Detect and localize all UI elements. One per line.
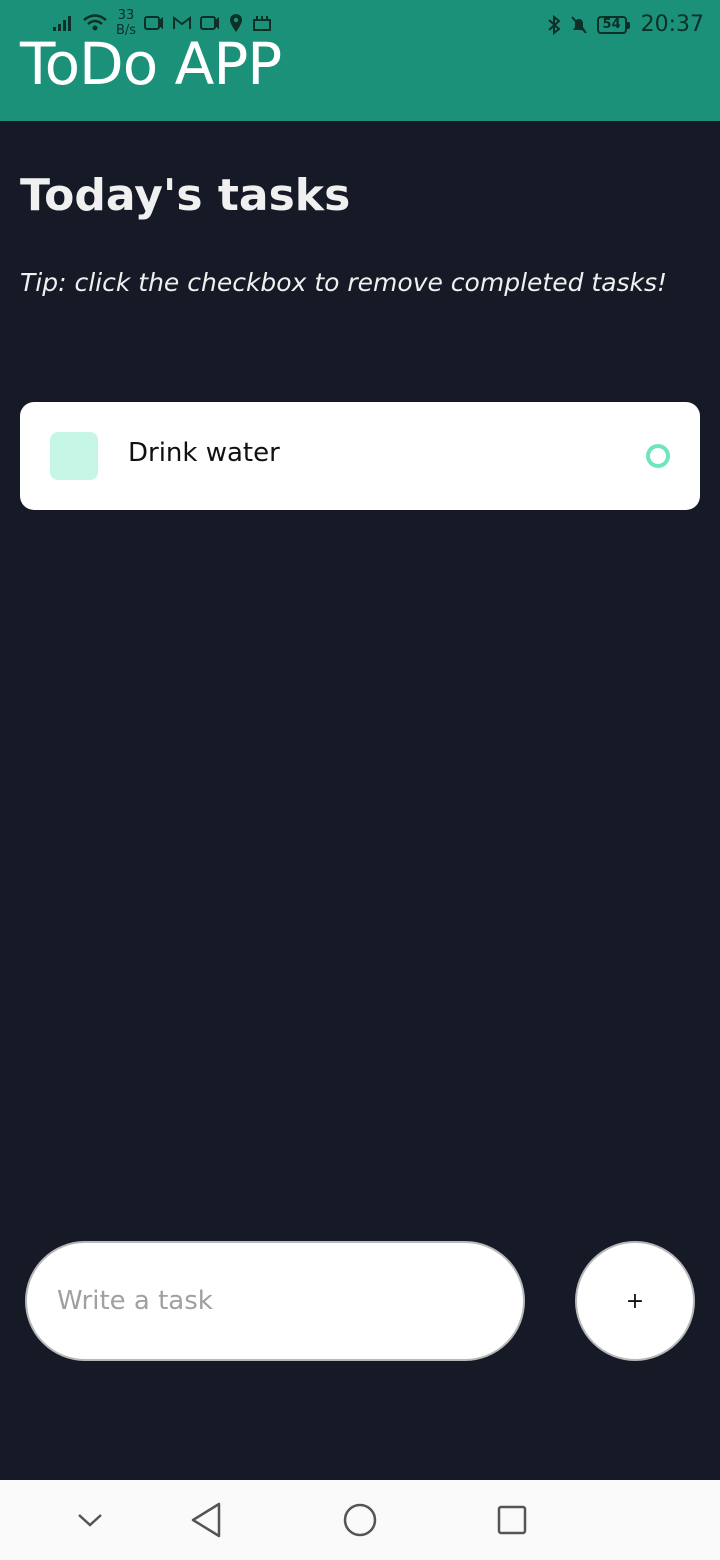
battery-icon: 54 — [596, 15, 630, 34]
add-task-button[interactable]: + — [575, 1241, 695, 1361]
task-input[interactable] — [25, 1241, 525, 1361]
status-bar-right: 54 20:37 — [547, 12, 704, 37]
tip-text: Tip: click the checkbox to remove comple… — [20, 268, 668, 297]
app-title: ToDo APP — [20, 30, 282, 98]
network-speed-value: 33 — [117, 8, 135, 23]
home-icon[interactable] — [340, 1500, 380, 1540]
task-square-icon — [50, 432, 98, 480]
page-title: Today's tasks — [20, 170, 351, 221]
mute-icon — [569, 15, 589, 35]
task-item[interactable]: Drink water — [20, 402, 700, 510]
system-nav-bar — [0, 1480, 720, 1560]
battery-level: 54 — [602, 17, 621, 32]
gmail-icon — [172, 15, 192, 31]
app-header: 33 B/s 54 20:37 ToDo APP — [0, 0, 720, 121]
task-label: Drink water — [128, 438, 280, 468]
clock: 20:37 — [640, 12, 704, 37]
back-icon[interactable] — [186, 1500, 226, 1540]
task-checkbox[interactable] — [646, 444, 670, 468]
recents-icon[interactable] — [492, 1500, 532, 1540]
bluetooth-icon — [547, 14, 561, 35]
chevron-down-icon[interactable] — [70, 1500, 110, 1540]
